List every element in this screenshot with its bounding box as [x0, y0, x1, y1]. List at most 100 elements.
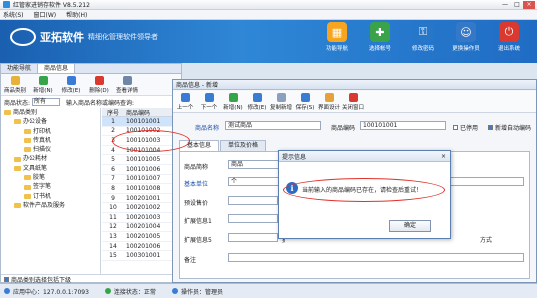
- select-account-button[interactable]: ✚ 选择帐号: [361, 22, 399, 52]
- product-code-input[interactable]: 100101001: [360, 121, 446, 130]
- tree-node[interactable]: 签字笔: [1, 182, 100, 191]
- folder-icon: [24, 184, 31, 190]
- add-icon: [38, 75, 48, 85]
- preset-price-input[interactable]: [228, 196, 278, 205]
- tree-node[interactable]: 打印机: [1, 127, 100, 136]
- minimize-button[interactable]: —: [499, 1, 511, 9]
- tree-node[interactable]: 办公设备: [1, 117, 100, 126]
- disabled-checkbox[interactable]: [453, 125, 458, 130]
- search-label: 输入商品名称或编码查询:: [66, 99, 135, 107]
- close-button[interactable]: ×: [523, 1, 535, 9]
- include-subcategories-checkbox[interactable]: [4, 276, 9, 282]
- folder-icon: [24, 138, 31, 144]
- copy-new-icon: [276, 92, 286, 102]
- tree-node[interactable]: 传真机: [1, 136, 100, 145]
- table-row[interactable]: 1 100101001: [102, 117, 182, 127]
- category-button[interactable]: 商品类别: [1, 74, 29, 95]
- table-row[interactable]: 15 100301001: [102, 251, 182, 261]
- menu-help[interactable]: 帮助(H): [66, 10, 87, 19]
- tree-node-label: 文具纸笔: [23, 164, 48, 172]
- operator-icon: [171, 288, 178, 294]
- menu-window[interactable]: 窗口(W): [34, 10, 57, 19]
- tree-node[interactable]: 文具纸笔: [1, 164, 100, 173]
- copy-new-label: 复制新增: [269, 104, 292, 111]
- row-index: 11: [109, 213, 117, 221]
- folder-icon: [14, 119, 21, 125]
- close-window-button[interactable]: 关闭窗口: [341, 91, 365, 112]
- disabled-option[interactable]: 已停用: [453, 123, 478, 132]
- auto-code-checkbox[interactable]: [488, 125, 493, 130]
- edit-button[interactable]: 修改(E): [57, 74, 85, 95]
- table-row[interactable]: 5 100101005: [102, 155, 182, 165]
- function-nav-button[interactable]: ▦ 功能导航: [318, 22, 356, 52]
- row-index: 5: [111, 156, 115, 164]
- table-row[interactable]: 9 100201001: [102, 194, 182, 204]
- table-row[interactable]: 12 100201004: [102, 223, 182, 233]
- status-filter-select[interactable]: 所有: [32, 98, 61, 106]
- table-row[interactable]: 10 100201002: [102, 203, 182, 213]
- save-button[interactable]: 保存(S): [293, 91, 317, 112]
- next-button[interactable]: 下一个: [197, 91, 221, 112]
- status-filter-label: 商品状态:: [4, 99, 31, 107]
- tree-node[interactable]: 软件产品及服务: [1, 201, 100, 210]
- save-label: 保存(S): [295, 104, 315, 111]
- ok-button[interactable]: 确定: [389, 220, 431, 232]
- editor-title: 商品信息 - 新增: [176, 82, 218, 89]
- product-name-input[interactable]: 测试商品: [225, 121, 321, 130]
- tree-node[interactable]: 办公耗材: [1, 154, 100, 163]
- alert-close-icon[interactable]: ×: [441, 153, 446, 160]
- grid-header: 序号 商品编码: [102, 108, 182, 117]
- tree-node-label: 办公设备: [23, 118, 48, 126]
- alert-message-highlight: [283, 178, 445, 202]
- row-index: 10: [109, 204, 117, 212]
- remark-input[interactable]: [228, 253, 524, 262]
- app-center-status: 应用中心：127.0.0.1:7093: [4, 287, 89, 296]
- new-icon: [228, 92, 238, 102]
- maximize-button[interactable]: □: [511, 1, 523, 9]
- select-account-label: 选择帐号: [368, 46, 391, 52]
- table-row[interactable]: 8 100101008: [102, 184, 182, 194]
- layout-design-button[interactable]: 界面设计: [317, 91, 341, 112]
- table-row[interactable]: 11 100201003: [102, 213, 182, 223]
- previous-button[interactable]: 上一个: [173, 91, 197, 112]
- table-row[interactable]: 13 100201005: [102, 232, 182, 242]
- filter-bar: 商品状态: 所有 输入商品名称或编码查询:: [1, 97, 181, 107]
- ext-info5-input[interactable]: [228, 233, 278, 242]
- table-row[interactable]: 14 100201006: [102, 242, 182, 252]
- tree-node-label: 传真机: [33, 136, 52, 144]
- folder-icon: [14, 203, 21, 209]
- edit-button[interactable]: 修改(E): [245, 91, 269, 112]
- tree-node[interactable]: 胶笔: [1, 173, 100, 182]
- menu-system[interactable]: 系统(S): [3, 10, 24, 19]
- tab-units-prices[interactable]: 单位及价格: [220, 140, 267, 151]
- include-subcategories-option[interactable]: 商品类别选择包括下级: [1, 274, 181, 284]
- add-button[interactable]: 新增(N): [29, 74, 57, 95]
- previous-label: 上一个: [176, 104, 194, 111]
- edit-label: 修改(E): [61, 87, 81, 94]
- change-password-button[interactable]: ⚿ 修改密码: [404, 22, 442, 52]
- tab-navigation[interactable]: 功能导航: [1, 64, 39, 73]
- auto-code-option[interactable]: 新增自动编码: [488, 123, 531, 132]
- exit-system-button[interactable]: ⏻ 退出系统: [490, 22, 528, 52]
- ext-info1-input[interactable]: [228, 214, 278, 223]
- tree-node[interactable]: 订书机: [1, 192, 100, 201]
- col-index[interactable]: 序号: [102, 108, 124, 117]
- duplicate-code-highlight: [112, 130, 190, 152]
- account-icon: ✚: [370, 22, 390, 42]
- view-detail-button[interactable]: 查看详情: [113, 74, 141, 95]
- switch-operator-button[interactable]: ☺ 更换操作员: [447, 22, 485, 52]
- copy-new-button[interactable]: 复制新增: [269, 91, 293, 112]
- delete-button[interactable]: 删除(D): [85, 74, 113, 95]
- table-row[interactable]: 6 100101006: [102, 165, 182, 175]
- alert-title-bar: 提示信息 ×: [279, 151, 450, 162]
- connection-status: 连接状态：正常: [104, 287, 156, 296]
- list-toolbar: 商品类别 新增(N) 修改(E) 删除(D) 查看详情: [1, 74, 181, 96]
- tree-node[interactable]: 商品类别: [1, 108, 100, 117]
- table-row[interactable]: 7 100101007: [102, 175, 182, 185]
- folder-icon: [24, 128, 31, 134]
- tab-product-info[interactable]: 商品信息: [38, 64, 76, 73]
- new-button[interactable]: 新增(N): [221, 91, 245, 112]
- tree-node[interactable]: 扫描仪: [1, 145, 100, 154]
- next-icon: [204, 92, 214, 102]
- tree-node-label: 签字笔: [33, 183, 52, 191]
